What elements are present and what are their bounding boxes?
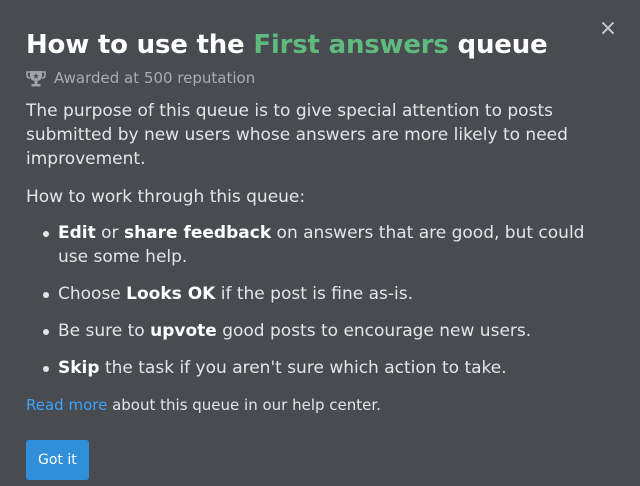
list-item: Be sure to upvote good posts to encourag… (43, 319, 614, 343)
got-it-button[interactable]: Got it (26, 440, 89, 480)
modal-title: How to use the First answers queue (26, 26, 614, 64)
purpose-text: The purpose of this queue is to give spe… (26, 101, 568, 169)
edit-label: Edit (58, 223, 96, 243)
share-feedback-label: share feedback (123, 223, 272, 243)
how-intro-text: How to work through this queue: (26, 187, 306, 207)
step-text: if the post is fine as-is. (215, 284, 414, 304)
title-suffix: queue (448, 30, 548, 60)
help-center-text: Read more about this queue in our help c… (26, 394, 614, 416)
queue-help-modal: × How to use the First answers queue Awa… (0, 0, 640, 486)
award-text: Awarded at 500 reputation (54, 69, 256, 87)
step-text: Be sure to (58, 321, 151, 341)
help-text: about this queue in our help center. (107, 396, 381, 414)
step-text: the task if you aren't sure which action… (99, 358, 507, 378)
skip-label: Skip (58, 358, 100, 378)
step-text: good posts to encourage new users. (216, 321, 532, 341)
title-prefix: How to use the (26, 30, 254, 60)
step-text: Choose (58, 284, 127, 304)
trophy-icon (26, 71, 46, 87)
queue-name: First answers (253, 30, 449, 60)
read-more-link[interactable]: Read more (26, 396, 107, 414)
list-item: Choose Looks OK if the post is fine as-i… (43, 282, 614, 306)
looks-ok-label: Looks OK (126, 284, 216, 304)
list-item: Skip the task if you aren't sure which a… (43, 356, 614, 380)
list-item: Edit or share feedback on answers that a… (43, 221, 614, 269)
upvote-label: upvote (150, 321, 217, 341)
award-info: Awarded at 500 reputation (26, 67, 614, 89)
step-text: or (95, 223, 124, 243)
steps-list: Edit or share feedback on answers that a… (26, 221, 614, 380)
close-icon[interactable]: × (598, 18, 618, 40)
